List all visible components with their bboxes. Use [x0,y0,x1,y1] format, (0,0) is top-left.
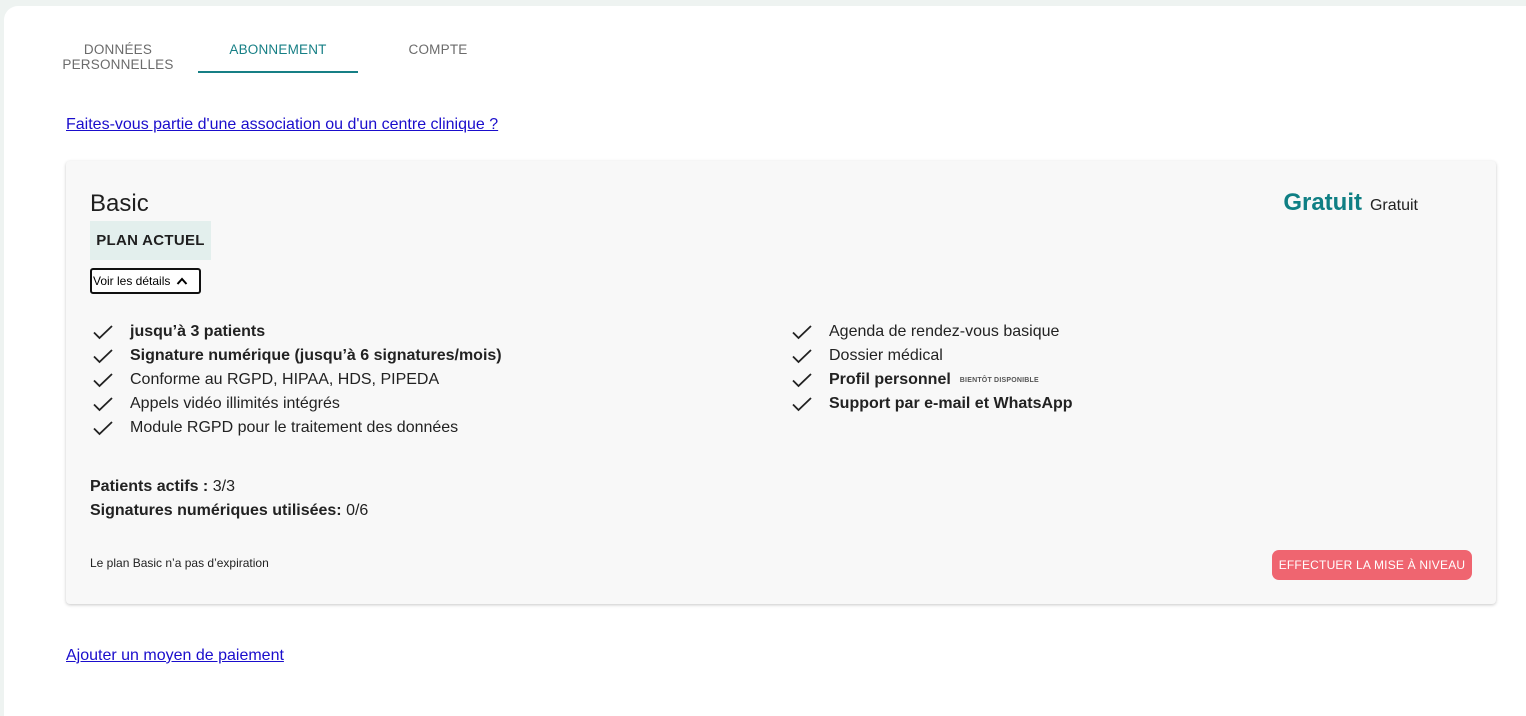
feature-item: Dossier médical [789,344,1488,368]
feature-list: jusqu’à 3 patients Signature numérique (j… [90,320,1490,440]
check-icon [792,325,812,340]
price-sub: Gratuit [1369,197,1418,214]
current-plan-badge: PLAN ACTUEL [90,221,211,260]
feature-column-left: jusqu’à 3 patients Signature numérique (j… [90,320,789,440]
tab-donnees-personnelles[interactable]: DONNÉES PERSONNELLES [38,34,198,73]
check-icon [93,421,113,436]
expiration-note: Le plan Basic n’a pas d’expiration [90,556,269,570]
feature-text: Appels vidéo illimités intégrés [130,395,340,412]
feature-item: Agenda de rendez-vous basique [789,320,1488,344]
check-icon [93,373,113,388]
active-patients-value: 3/3 [212,478,235,495]
signatures-value: 0/6 [346,502,369,519]
feature-text: Module RGPD pour le traitement des donné… [130,419,459,436]
check-icon [792,349,812,364]
feature-item: Profil personnel BIENTÔT DISPONIBLE [789,368,1488,392]
feature-item: Conforme au RGPD, HIPAA, HDS, PIPEDA [90,368,789,392]
page: DONNÉES PERSONNELLES ABONNEMENT COMPTE F… [4,6,1526,716]
feature-column-right: Agenda de rendez-vous basique Dossier méd… [789,320,1488,440]
upgrade-button[interactable]: EFFECTUER LA MISE À NIVEAU [1272,550,1472,580]
feature-item: Appels vidéo illimités intégrés [90,392,789,416]
chevron-up-icon [177,277,188,285]
feature-text: Dossier médical [829,347,943,364]
feature-item: Signature numérique (jusqu’à 6 signature… [90,344,789,368]
view-details-button[interactable]: Voir les détails [90,268,201,294]
tab-abonnement[interactable]: ABONNEMENT [198,34,358,73]
feature-item: jusqu’à 3 patients [90,320,789,344]
association-link[interactable]: Faites-vous partie d'une association ou … [66,116,498,134]
active-patients-label: Patients actifs : [90,478,209,495]
plan-card: Basic PLAN ACTUEL Voir les détails Gratu… [66,161,1496,604]
feature-text: Agenda de rendez-vous basique [829,323,1060,340]
check-icon [93,349,113,364]
signatures-label: Signatures numériques utilisées: [90,502,342,519]
plan-price: Gratuit Gratuit [1283,189,1418,217]
active-patients-stat: Patients actifs : 3/3 [90,475,368,499]
view-details-label: Voir les détails [93,274,171,288]
signatures-stat: Signatures numériques utilisées: 0/6 [90,499,368,523]
feature-text: Signature numérique (jusqu’à 6 signature… [130,347,502,364]
plan-name: Basic [90,190,149,217]
feature-text: Support par e-mail et WhatsApp [829,395,1073,412]
usage-stats: Patients actifs : 3/3 Signatures numériq… [90,475,368,523]
feature-text: Conforme au RGPD, HIPAA, HDS, PIPEDA [130,371,440,388]
feature-text: jusqu’à 3 patients [130,323,266,340]
check-icon [93,325,113,340]
check-icon [93,397,113,412]
feature-item: Module RGPD pour le traitement des donné… [90,416,789,440]
check-icon [792,373,812,388]
feature-item: Support par e-mail et WhatsApp [789,392,1488,416]
coming-soon-tag: BIENTÔT DISPONIBLE [959,376,1039,384]
tab-bar: DONNÉES PERSONNELLES ABONNEMENT COMPTE [38,34,518,74]
price-main: Gratuit [1283,189,1362,216]
check-icon [792,397,812,412]
tab-compte[interactable]: COMPTE [358,34,518,73]
add-payment-method-link[interactable]: Ajouter un moyen de paiement [66,647,284,665]
feature-text: Profil personnel [829,371,951,388]
